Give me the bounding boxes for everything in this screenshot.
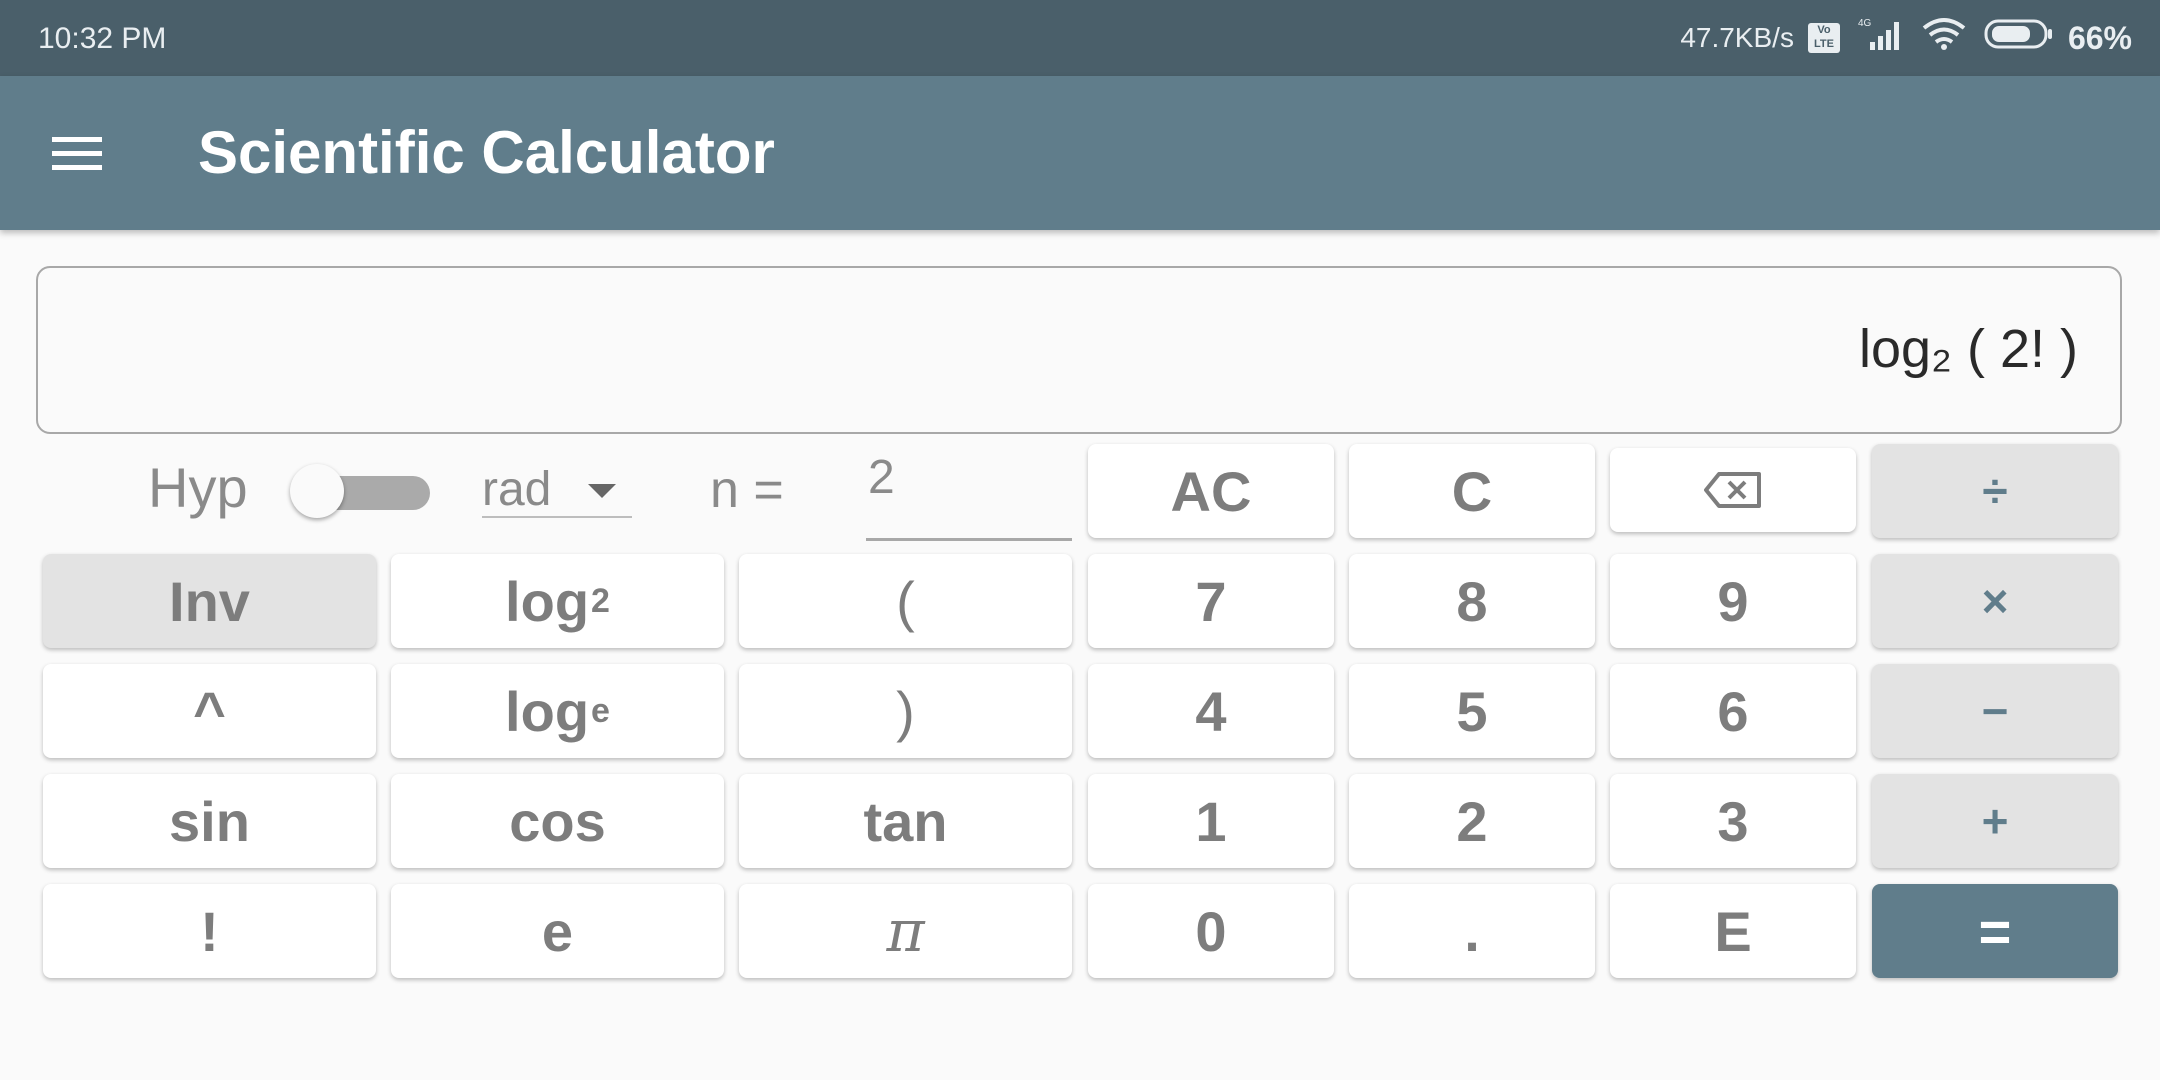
n-value: 2 — [868, 451, 895, 504]
e-constant-button[interactable]: e — [391, 884, 724, 978]
angle-unit-select[interactable]: rad — [482, 458, 632, 518]
factorial-button[interactable]: ! — [43, 884, 376, 978]
backspace-button[interactable] — [1610, 448, 1856, 532]
wifi-icon — [1920, 16, 1970, 60]
plus-button[interactable]: + — [1872, 774, 2118, 868]
expression-text: log₂ ( 2! ) — [1858, 319, 2078, 379]
log2-button[interactable]: log 2 — [391, 554, 724, 648]
sin-button[interactable]: sin — [43, 774, 376, 868]
power-button[interactable]: ^ — [43, 664, 376, 758]
digit-6-button[interactable]: 6 — [1610, 664, 1856, 758]
loge-label: log — [505, 679, 590, 743]
exponent-button[interactable]: E — [1610, 884, 1856, 978]
digit-8-button[interactable]: 8 — [1349, 554, 1595, 648]
digit-9-button[interactable]: 9 — [1610, 554, 1856, 648]
divide-button[interactable]: ÷ — [1872, 444, 2118, 538]
battery-percent: 66% — [2067, 19, 2132, 56]
expression-display[interactable]: log₂ ( 2! ) — [36, 266, 2122, 434]
digit-3-button[interactable]: 3 — [1610, 774, 1856, 868]
inv-button[interactable]: Inv — [43, 554, 376, 648]
signal-icon: 4G — [1854, 16, 1906, 60]
status-icons: 47.7KB/s Vo LTE 4G 66% — [1680, 18, 2132, 58]
digit-4-button[interactable]: 4 — [1088, 664, 1334, 758]
network-type: 4G — [1858, 18, 1872, 29]
cos-button[interactable]: cos — [391, 774, 724, 868]
digit-2-button[interactable]: 2 — [1349, 774, 1595, 868]
decimal-button[interactable]: . — [1349, 884, 1595, 978]
toggle-thumb — [290, 464, 344, 518]
battery-icon — [1984, 17, 2054, 59]
close-paren-button[interactable]: ) — [739, 664, 1072, 758]
open-paren-button[interactable]: ( — [739, 554, 1072, 648]
digit-0-button[interactable]: 0 — [1088, 884, 1334, 978]
angle-unit-value: rad — [482, 463, 552, 516]
log2-subscript: 2 — [591, 581, 610, 620]
minus-button[interactable]: − — [1872, 664, 2118, 758]
n-input[interactable]: 2 — [866, 446, 1072, 541]
hyp-label: Hyp — [148, 456, 248, 519]
app-bar: Scientific Calculator — [0, 76, 2160, 230]
app-title: Scientific Calculator — [198, 119, 775, 186]
digit-1-button[interactable]: 1 — [1088, 774, 1334, 868]
hyp-toggle[interactable] — [290, 464, 440, 520]
backspace-icon — [1703, 458, 1763, 523]
tan-button[interactable]: tan — [739, 774, 1072, 868]
volte-icon: Vo LTE — [1807, 23, 1840, 53]
ac-button[interactable]: AC — [1088, 444, 1334, 538]
multiply-button[interactable]: × — [1872, 554, 2118, 648]
network-speed: 47.7KB/s — [1680, 22, 1794, 53]
log2-label: log — [505, 569, 590, 633]
loge-subscript: e — [591, 691, 610, 730]
loge-button[interactable]: log e — [391, 664, 724, 758]
status-time: 10:32 PM — [38, 22, 167, 55]
hamburger-menu-icon[interactable] — [44, 127, 110, 179]
digit-7-button[interactable]: 7 — [1088, 554, 1334, 648]
pi-button[interactable]: π — [739, 884, 1072, 978]
status-bar: 10:32 PM 47.7KB/s Vo LTE 4G 66% — [0, 0, 2160, 76]
digit-5-button[interactable]: 5 — [1349, 664, 1595, 758]
n-label: n = — [710, 461, 784, 519]
clear-button[interactable]: C — [1349, 444, 1595, 538]
equals-button[interactable]: = — [1872, 884, 2118, 978]
dropdown-arrow-icon — [588, 484, 616, 498]
